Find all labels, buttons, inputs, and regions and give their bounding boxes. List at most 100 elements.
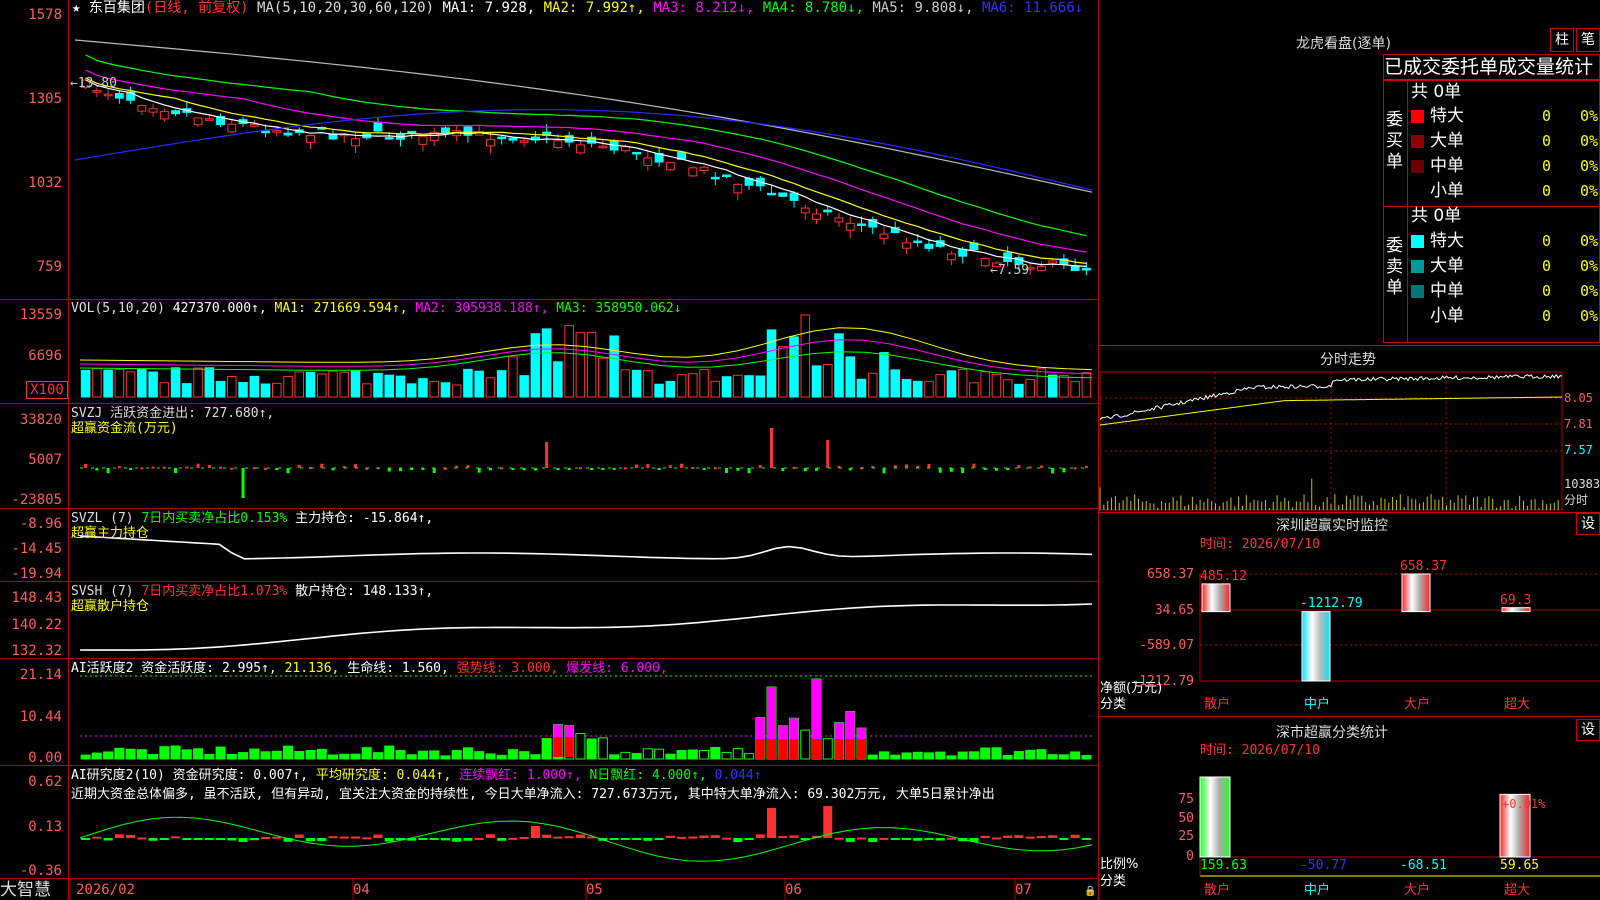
monitor-axis-label: 658.37 — [1147, 567, 1194, 582]
flow-bar — [129, 468, 133, 470]
pane-divider — [0, 658, 1098, 659]
research-bar — [823, 806, 833, 838]
research-bar — [92, 836, 102, 839]
active-bar-hot — [553, 724, 563, 737]
active-bar — [597, 737, 608, 760]
active-bar-hot — [845, 711, 855, 739]
flow-bar — [702, 468, 706, 470]
lock-icon[interactable]: 🔒 — [1084, 886, 1096, 897]
research-bar — [1014, 835, 1024, 838]
flow-bar — [84, 463, 88, 468]
monitor-settings-button[interactable]: 设 — [1576, 513, 1600, 535]
flow-bar — [635, 464, 639, 468]
research-bar — [609, 838, 619, 840]
research-bar — [778, 836, 788, 839]
candle-body — [1081, 267, 1091, 271]
lhb-row: 中单 0 0% — [1411, 156, 1600, 176]
classify-axis-label: 0 — [1186, 849, 1194, 864]
volume-bar — [811, 365, 822, 398]
active-bar — [417, 750, 428, 760]
active-bar — [946, 755, 957, 760]
volume-bar — [834, 333, 844, 398]
classify-settings-button[interactable]: 设 — [1576, 719, 1600, 741]
flow-bar — [95, 468, 99, 471]
flow-bar — [140, 467, 144, 470]
candle-body — [272, 130, 282, 133]
svzj-axis-label: 5007 — [28, 452, 62, 468]
candle-body — [913, 240, 923, 244]
volume-bar — [125, 371, 136, 398]
stock-name[interactable]: 东百集团 — [89, 0, 145, 16]
candle-body — [643, 157, 653, 166]
candle-body — [485, 138, 495, 147]
flow-bar — [1028, 466, 1032, 469]
active-bar — [305, 749, 316, 760]
candle-body — [351, 138, 360, 147]
candle-body — [665, 162, 675, 171]
brand-logo[interactable]: 大智慧 — [0, 881, 51, 900]
active-bar — [710, 746, 721, 760]
lhb-row-count: 0 — [1542, 232, 1552, 250]
classify-bar — [1199, 776, 1231, 858]
volume-bar — [1047, 374, 1058, 398]
volume-bar — [991, 374, 1002, 398]
flow-bar — [252, 467, 256, 470]
candle-body — [159, 111, 169, 120]
research-bar — [384, 838, 394, 842]
research-bar — [620, 838, 630, 840]
active-bar — [687, 749, 698, 760]
volume-bar — [901, 379, 912, 398]
star-icon[interactable]: ★ — [72, 0, 80, 16]
volume-bar — [721, 376, 732, 398]
svzl-axis-label: -19.94 — [11, 566, 62, 582]
research-bar — [1081, 838, 1091, 840]
lhb-row-pct: 0% — [1580, 307, 1599, 325]
active-bar — [114, 747, 125, 760]
ma-line — [85, 54, 1087, 237]
svsh-axis-label: 132.32 — [11, 643, 62, 659]
pane-divider — [0, 508, 1098, 509]
research-bar — [901, 838, 911, 840]
ai-research-header: AI研究度2(10) 资金研究度: 0.007↑, 平均研究度: 0.044↑,… — [71, 768, 762, 783]
pane-divider — [0, 403, 1098, 404]
research-bar — [126, 834, 136, 838]
research-bar — [935, 838, 945, 841]
monitor-bar-label: 658.37 — [1400, 559, 1447, 574]
research-bar — [328, 836, 338, 839]
panel-divider — [1098, 345, 1600, 346]
volume-bar — [80, 370, 91, 398]
ma-line — [85, 79, 1087, 267]
volume-bar — [103, 369, 113, 398]
volume-bar — [1070, 381, 1080, 398]
volume-bar — [676, 374, 687, 398]
monitor-bar — [1401, 573, 1431, 613]
flow-bar — [264, 467, 268, 470]
volume-bar — [969, 382, 979, 398]
research-bar — [913, 838, 923, 841]
lhb-row: 大单 0 0% — [1411, 256, 1600, 276]
bar-mode-button[interactable]: 柱 — [1550, 28, 1574, 52]
candle-body — [497, 136, 507, 140]
tick-mode-button[interactable]: 笔 — [1576, 28, 1600, 52]
ai-research-comment: 近期大资金总体偏多, 虽不活跃, 但有异动, 宜关注大资金的持续性, 今日大单净… — [71, 787, 995, 802]
volume-bar — [395, 375, 406, 398]
flow-bar — [387, 468, 391, 472]
svsh-axis-label: 140.22 — [11, 617, 62, 633]
research-bar — [463, 838, 473, 841]
volume-bar — [541, 328, 552, 398]
active-bar — [878, 751, 889, 760]
active-bar — [125, 748, 136, 760]
adjust-mode[interactable]: (日线, 前复权) — [145, 0, 249, 16]
active-bar — [642, 748, 653, 760]
volume-bar — [361, 383, 372, 398]
research-bar — [249, 838, 259, 841]
vol-ma-line — [79, 327, 1093, 371]
monitor-category-label: 散户 — [1204, 697, 1231, 712]
classify-ylabel: 比例% — [1100, 857, 1139, 872]
research-bar — [722, 837, 732, 840]
candle-body — [598, 145, 608, 149]
volume-bar — [699, 368, 709, 398]
vol-unit-badge[interactable]: X100 — [26, 381, 68, 399]
active-bar — [474, 751, 485, 760]
volume-bar — [575, 332, 586, 398]
